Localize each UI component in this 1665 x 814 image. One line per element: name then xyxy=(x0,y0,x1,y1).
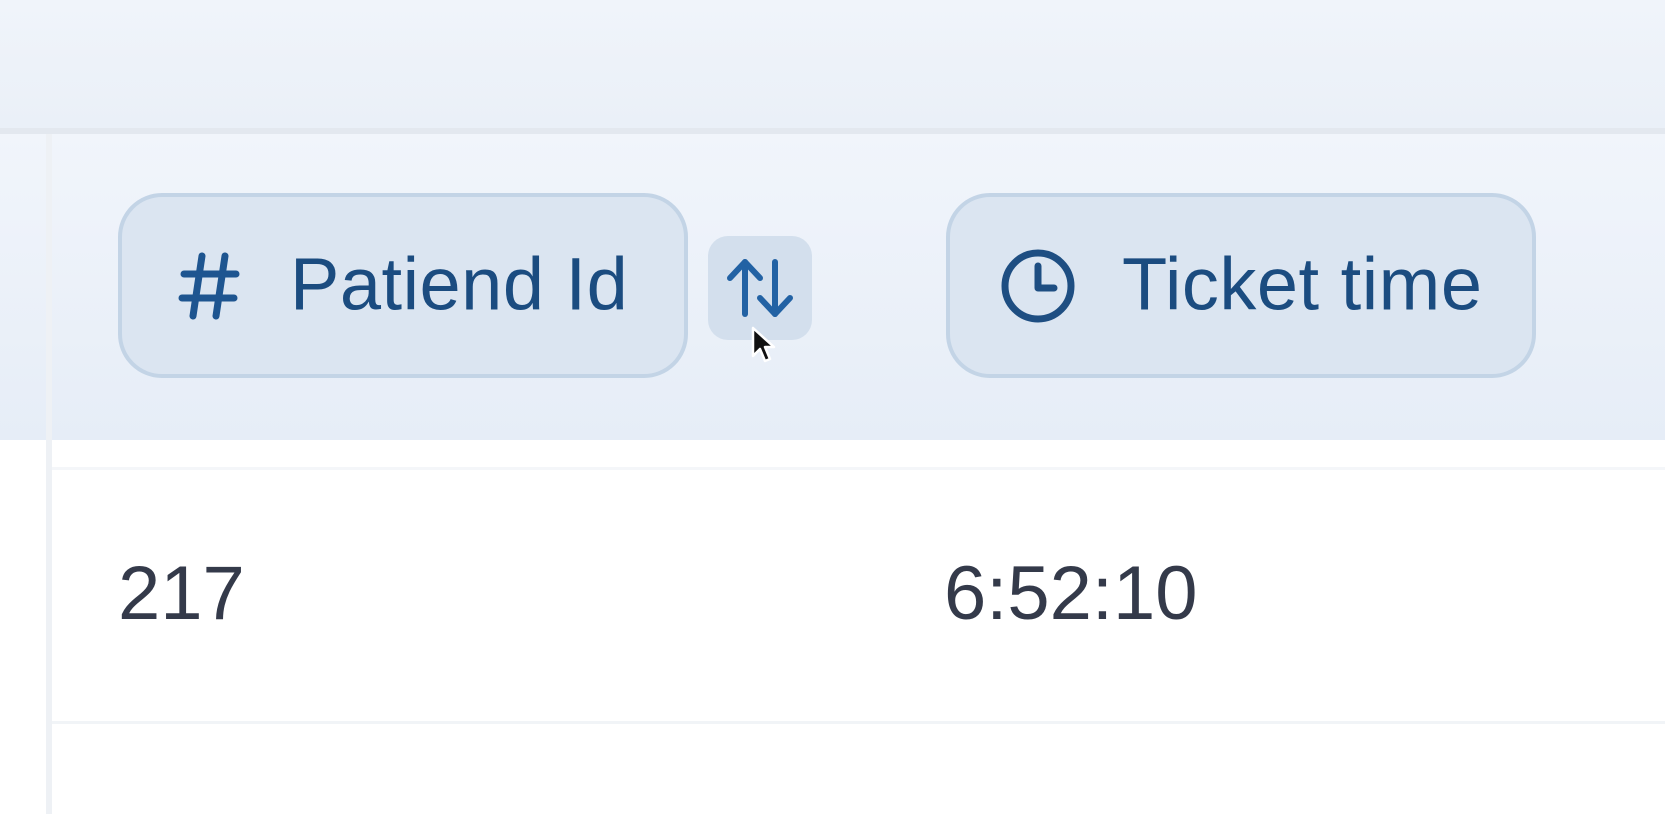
sort-button[interactable] xyxy=(708,236,812,340)
column-header-label: Patiend Id xyxy=(290,242,629,326)
mouse-cursor-icon xyxy=(751,326,776,363)
clock-icon xyxy=(1001,249,1075,322)
column-header-ticket-time[interactable]: Ticket time xyxy=(946,193,1536,378)
sort-arrows-icon xyxy=(727,259,793,317)
column-header-label: Ticket time xyxy=(1122,242,1483,326)
hash-icon xyxy=(178,252,240,319)
toolbar-band xyxy=(0,0,1665,128)
column-header-patient-id[interactable]: Patiend Id xyxy=(118,193,688,378)
row-divider xyxy=(52,721,1665,724)
patient-id-cell: 217 xyxy=(118,551,245,636)
table-left-border xyxy=(46,134,52,814)
row-divider xyxy=(52,467,1665,470)
ticket-time-cell: 6:52:10 xyxy=(944,551,1198,636)
